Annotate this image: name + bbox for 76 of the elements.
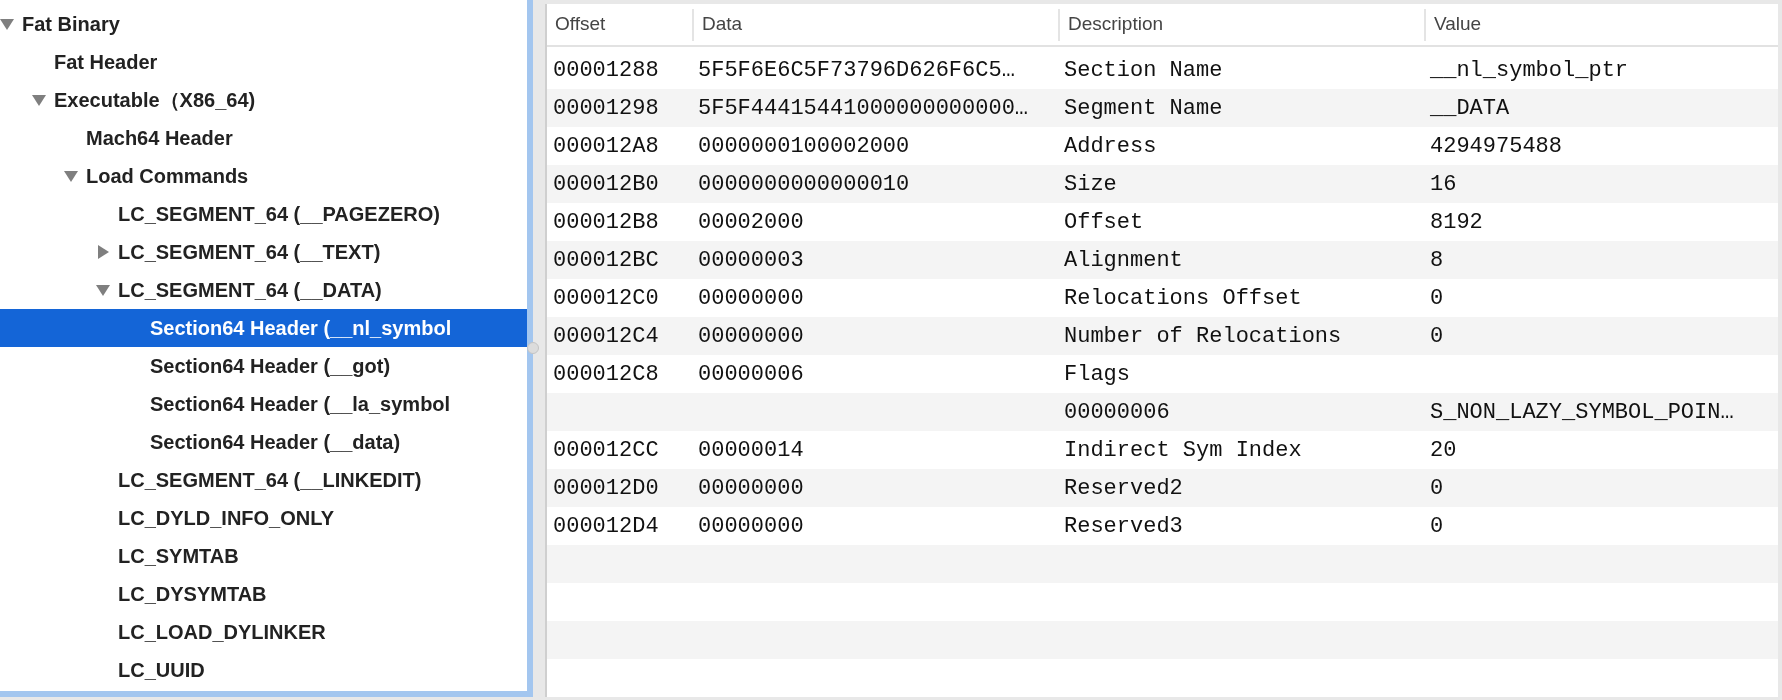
description-cell-text: Reserved3 xyxy=(1064,512,1183,541)
column-header[interactable]: Description xyxy=(1058,8,1424,41)
tree-item[interactable]: LC_SEGMENT_64 (__DATA) xyxy=(0,271,527,309)
offset-cell-text: 000012D0 xyxy=(553,474,659,503)
description-cell-text: Flags xyxy=(1064,360,1130,389)
offset-cell-text: 00001288 xyxy=(553,56,659,85)
data-cell-text: 00000006 xyxy=(698,360,804,389)
offset-cell-text: 000012C0 xyxy=(553,284,659,313)
description-cell-text: Segment Name xyxy=(1064,94,1223,123)
column-header[interactable]: Offset xyxy=(547,8,692,41)
data-cell-text: 5F5F6E6C5F73796D626F6C5… xyxy=(698,56,1015,85)
data-cell-text: 00000000 xyxy=(698,284,804,313)
column-header[interactable]: Data xyxy=(692,8,1058,41)
data-cell-text: 5F5F44415441000000000000… xyxy=(698,94,1029,123)
offset-cell-text: 000012B8 xyxy=(553,208,659,237)
tree-item[interactable]: Load Commands xyxy=(0,157,527,195)
value-cell-text: 0 xyxy=(1430,322,1444,351)
tree-item[interactable]: LC_UUID xyxy=(0,651,527,689)
description-cell-text: Section Name xyxy=(1064,56,1223,85)
tree-item[interactable]: Section64 Header (__la_symbol xyxy=(0,385,527,423)
tree-item[interactable]: Fat Header xyxy=(0,43,527,81)
value-cell-text: 0 xyxy=(1430,512,1444,541)
tree-item[interactable]: Section64 Header (__got) xyxy=(0,347,527,385)
description-cell-text: Indirect Sym Index xyxy=(1064,436,1302,465)
value-cell-text: 8192 xyxy=(1430,208,1483,237)
offset-cell-text: 000012C4 xyxy=(553,322,659,351)
value-cell-text: 4294975488 xyxy=(1430,132,1563,161)
value-cell-text: 8 xyxy=(1430,246,1444,275)
offset-cell-text: 00001298 xyxy=(553,94,659,123)
data-cell-text: 00000000 xyxy=(698,322,804,351)
collapse-triangle-icon[interactable] xyxy=(64,169,78,183)
tree-item[interactable]: Executable（X86_64) xyxy=(0,81,527,119)
description-cell-text: Relocations Offset xyxy=(1064,284,1302,313)
offset-cell-text: 000012BC xyxy=(553,246,659,275)
description-cell-text: Alignment xyxy=(1064,246,1183,275)
tree-item[interactable]: LC_SEGMENT_64 (__LINKEDIT) xyxy=(0,461,527,499)
tree-item[interactable]: Fat Binary xyxy=(0,5,527,43)
value-cell-text: 20 xyxy=(1430,436,1457,465)
value-cell-text: __nl_symbol_ptr xyxy=(1430,56,1629,85)
collapse-triangle-icon[interactable] xyxy=(32,93,46,107)
tree-item[interactable]: LC_SYMTAB xyxy=(0,537,527,575)
offset-cell-text: 000012CC xyxy=(553,436,659,465)
offset-cell-text: 000012C8 xyxy=(553,360,659,389)
offset-cell-text: 000012A8 xyxy=(553,132,659,161)
data-cell-text: 0000000000000010 xyxy=(698,170,910,199)
data-cell-text: 0000000100002000 xyxy=(698,132,910,161)
description-cell-text: Address xyxy=(1064,132,1157,161)
value-cell-text: 16 xyxy=(1430,170,1457,199)
data-cell-text: 00000000 xyxy=(698,512,804,541)
tree-item[interactable]: LC_DYLD_INFO_ONLY xyxy=(0,499,527,537)
description-cell-text: Number of Relocations xyxy=(1064,322,1342,351)
value-cell-text: __DATA xyxy=(1430,94,1510,123)
data-cell-text: 00000000 xyxy=(698,474,804,503)
tree-item[interactable]: Section64 Header (__nl_symbol xyxy=(0,309,527,347)
description-cell-text: Size xyxy=(1064,170,1117,199)
tree-item[interactable]: LC_SEGMENT_64 (__TEXT) xyxy=(0,233,527,271)
value-cell-text: 0 xyxy=(1430,474,1444,503)
value-cell-text: 0 xyxy=(1430,284,1444,313)
description-cell-text: 00000006 xyxy=(1064,398,1170,427)
column-header[interactable]: Value xyxy=(1424,8,1778,41)
description-cell-text: Reserved2 xyxy=(1064,474,1183,503)
data-cell-text: 00000003 xyxy=(698,246,804,275)
data-cell-text: 00000014 xyxy=(698,436,804,465)
tree-item[interactable]: LC_SEGMENT_64 (__PAGEZERO) xyxy=(0,195,527,233)
expand-triangle-icon[interactable] xyxy=(96,245,110,259)
tree-item[interactable]: Section64 Header (__data) xyxy=(0,423,527,461)
offset-cell-text: 000012D4 xyxy=(553,512,659,541)
offset-cell-text: 000012B0 xyxy=(553,170,659,199)
tree-item[interactable]: LC_DYSYMTAB xyxy=(0,575,527,613)
collapse-triangle-icon[interactable] xyxy=(0,17,14,31)
data-cell-text: 00002000 xyxy=(698,208,804,237)
tree-item[interactable]: LC_LOAD_DYLINKER xyxy=(0,613,527,651)
value-cell-text: S_NON_LAZY_SYMBOL_POIN… xyxy=(1430,398,1734,427)
description-cell-text: Offset xyxy=(1064,208,1144,237)
collapse-triangle-icon[interactable] xyxy=(96,283,110,297)
tree-item[interactable]: Mach64 Header xyxy=(0,119,527,157)
